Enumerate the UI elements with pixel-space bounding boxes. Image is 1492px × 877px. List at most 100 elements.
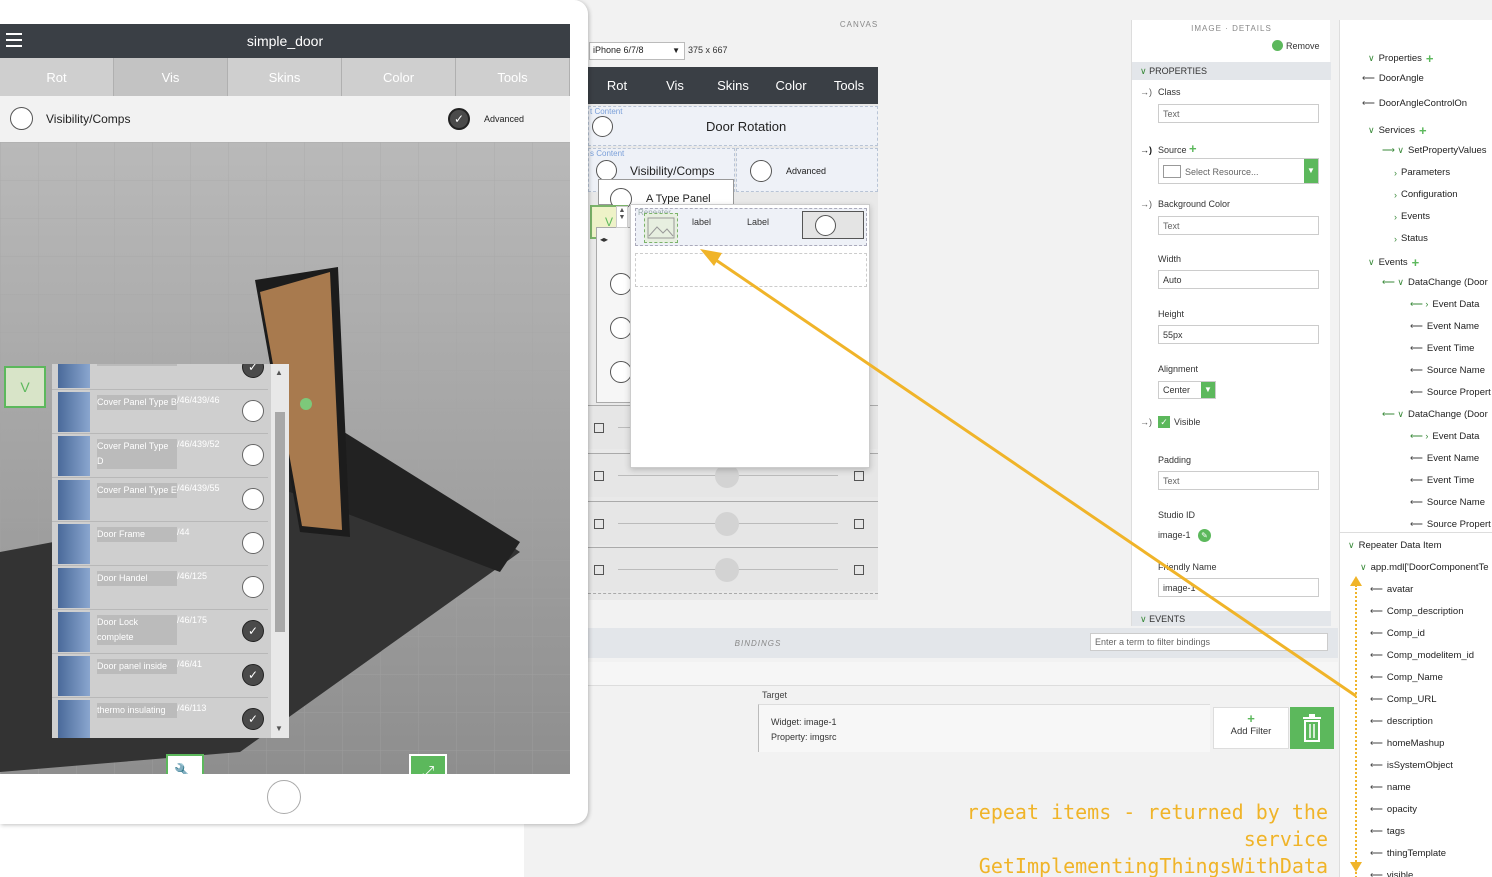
slider-knob[interactable]: [715, 512, 739, 536]
tab-rot[interactable]: Rot: [0, 58, 114, 96]
preview-nav-color[interactable]: Color: [762, 67, 820, 104]
repeater-label-1[interactable]: label: [692, 217, 711, 227]
slider-checkbox[interactable]: [594, 565, 604, 575]
tree-item[interactable]: ⟵ Source Propert: [1410, 387, 1491, 398]
repeater-field[interactable]: ⟵ name: [1370, 782, 1411, 793]
component-checkbox[interactable]: [242, 400, 264, 422]
add-icon[interactable]: +: [1419, 123, 1427, 138]
remove-button[interactable]: Remove: [1272, 40, 1320, 51]
list-item[interactable]: Door panel inside/46/41 ✓: [52, 654, 268, 698]
home-button[interactable]: [267, 780, 301, 814]
advanced-radio[interactable]: [750, 160, 772, 182]
preview-list-radio-1[interactable]: [610, 273, 632, 295]
repeater-field[interactable]: ⟵ thingTemplate: [1370, 848, 1446, 859]
list-item[interactable]: Cover Panel Type E/46/439/55: [52, 478, 268, 522]
repeater-field[interactable]: ⟵ Comp_URL: [1370, 694, 1437, 705]
tree-item[interactable]: ⟵ Event Name: [1410, 321, 1479, 332]
tree-item[interactable]: ⟵ DoorAngle: [1362, 73, 1424, 84]
slider-row-3[interactable]: [588, 501, 878, 545]
expand-icon[interactable]: ⤢: [409, 754, 447, 774]
bindings-filter-input[interactable]: Enter a term to filter bindings: [1090, 633, 1328, 651]
component-checkbox[interactable]: [242, 576, 264, 598]
tree-item[interactable]: ⟵ Source Name: [1410, 365, 1485, 376]
preview-list-radio-3[interactable]: [610, 361, 632, 383]
rotation-radio[interactable]: [592, 116, 613, 137]
repeater-checkbox[interactable]: [802, 211, 864, 239]
binding-target[interactable]: Widget: image-1 Property: imgsrc: [758, 704, 1210, 752]
component-list[interactable]: Cover Panel Type A/46/439/47✓Cover Panel…: [52, 364, 289, 738]
chevron-right-icon[interactable]: ▸: [604, 235, 608, 244]
repeater-data-item-header[interactable]: ∨ Repeater Data Item: [1348, 540, 1442, 551]
v-tag[interactable]: V: [4, 366, 46, 408]
add-icon[interactable]: +: [1412, 255, 1420, 270]
slider-checkbox[interactable]: [594, 519, 604, 529]
slider-checkbox[interactable]: [854, 565, 864, 575]
preview-nav-rot[interactable]: Rot: [588, 67, 646, 104]
slider-checkbox[interactable]: [854, 471, 864, 481]
repeater-field[interactable]: ⟵ isSystemObject: [1370, 760, 1453, 771]
source-select[interactable]: Select Resource... ▼: [1158, 158, 1319, 184]
delete-binding-button[interactable]: [1290, 707, 1334, 749]
add-icon[interactable]: +: [1189, 141, 1197, 156]
tree-item[interactable]: ⟵ DoorAngleControlOn: [1362, 98, 1467, 109]
alignment-select[interactable]: Center ▼: [1158, 381, 1216, 399]
chevron-up-icon[interactable]: ▲: [275, 368, 283, 377]
tree-item[interactable]: ⟶ ∨ SetPropertyValues: [1382, 145, 1487, 156]
tree-item[interactable]: ⟵ Source Propert: [1410, 519, 1491, 530]
wrench-icon[interactable]: 🔧: [166, 754, 204, 774]
add-filter-button[interactable]: + Add Filter: [1213, 707, 1289, 749]
tree-item[interactable]: ⟵ ∨ DataChange (Door: [1382, 409, 1488, 420]
device-select[interactable]: iPhone 6/7/8 ▼: [589, 42, 685, 60]
tree-item[interactable]: ∨ Properties +: [1368, 51, 1434, 66]
preview-nav-skins[interactable]: Skins: [704, 67, 762, 104]
tree-item[interactable]: ⟵ Event Name: [1410, 453, 1479, 464]
list-item[interactable]: Cover Panel Type D/46/439/52: [52, 434, 268, 478]
bind-arrow-icon[interactable]: →): [1140, 87, 1152, 97]
add-icon[interactable]: +: [1426, 51, 1434, 66]
list-item[interactable]: Cover Panel Type A/46/439/47✓: [52, 364, 268, 390]
bind-arrow-icon[interactable]: →): [1140, 145, 1152, 155]
component-checkbox[interactable]: [242, 444, 264, 466]
list-item[interactable]: thermo insulating/46/113 ✓: [52, 698, 268, 738]
height-input[interactable]: 55px: [1158, 325, 1319, 344]
list-item[interactable]: Cover Panel Type B/46/439/46: [52, 390, 268, 434]
tab-vis[interactable]: Vis: [114, 58, 228, 96]
repeater-field[interactable]: ⟵ Comp_Name: [1370, 672, 1443, 683]
repeater-radio[interactable]: [815, 215, 836, 236]
component-checkbox[interactable]: ✓: [242, 664, 264, 686]
slider-row-4[interactable]: [588, 547, 878, 591]
repeater-row[interactable]: Repeater label Label: [635, 208, 867, 246]
component-checkbox[interactable]: [242, 532, 264, 554]
tree-item[interactable]: › Events: [1394, 211, 1430, 222]
tree-item[interactable]: ⟵ Source Name: [1410, 497, 1485, 508]
slider-checkbox[interactable]: [854, 519, 864, 529]
visibility-radio[interactable]: [10, 107, 33, 130]
bgcolor-input[interactable]: Text: [1158, 216, 1319, 235]
properties-section-header[interactable]: ∨ PROPERTIES: [1132, 62, 1331, 80]
tab-color[interactable]: Color: [342, 58, 456, 96]
list-item[interactable]: Door Lock complete/46/175 ✓: [52, 610, 268, 654]
component-checkbox[interactable]: ✓: [242, 620, 264, 642]
repeater-widget[interactable]: Repeater label Label: [630, 204, 870, 468]
scrollbar-thumb[interactable]: [275, 412, 285, 632]
bind-arrow-icon[interactable]: →): [1140, 417, 1152, 427]
pencil-icon[interactable]: ✎: [1198, 529, 1211, 542]
slider-knob[interactable]: [715, 558, 739, 582]
repeater-field[interactable]: ⟵ tags: [1370, 826, 1405, 837]
visible-checkbox[interactable]: ✓: [1158, 416, 1170, 428]
repeater-label-2[interactable]: Label: [747, 217, 769, 227]
tree-item[interactable]: › Parameters: [1394, 167, 1450, 178]
list-item[interactable]: Door Frame/44: [52, 522, 268, 566]
bind-arrow-icon[interactable]: →): [1140, 199, 1152, 209]
component-scrollbar[interactable]: ▲ ▼: [271, 364, 289, 738]
tree-item[interactable]: ∨ Services +: [1368, 123, 1427, 138]
list-item[interactable]: Door Handel/46/125: [52, 566, 268, 610]
tree-item[interactable]: ⟵ ∨ DataChange (Door: [1382, 277, 1488, 288]
tree-item[interactable]: ∨ Events +: [1368, 255, 1419, 270]
repeater-field[interactable]: ⟵ description: [1370, 716, 1433, 727]
tree-item[interactable]: ⟵ Event Time: [1410, 475, 1474, 486]
tree-item[interactable]: ⟵ › Event Data: [1410, 299, 1479, 310]
repeater-field[interactable]: ⟵ homeMashup: [1370, 738, 1444, 749]
slider-checkbox[interactable]: [594, 471, 604, 481]
tab-tools[interactable]: Tools: [456, 58, 570, 96]
